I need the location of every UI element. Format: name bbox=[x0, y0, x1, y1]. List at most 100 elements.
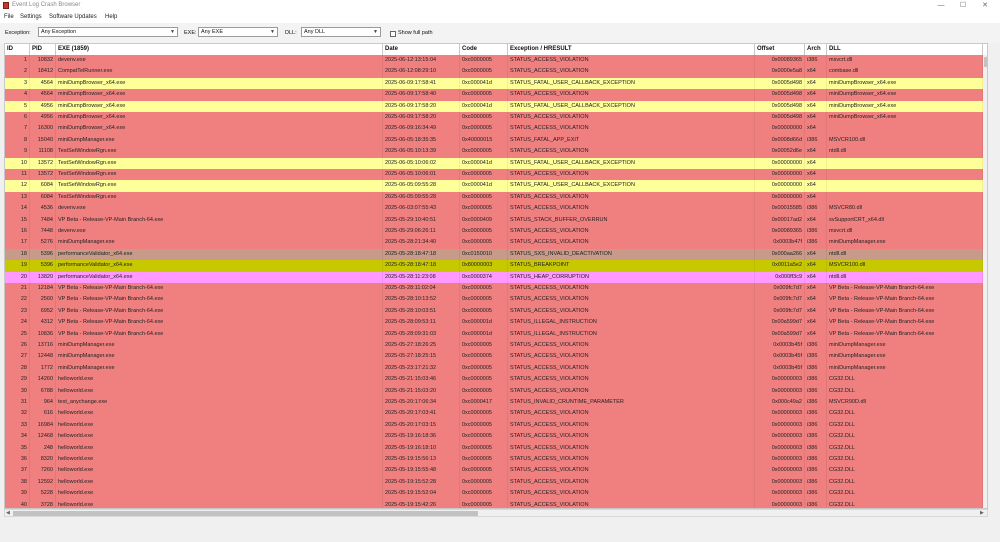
header-col-id[interactable]: ID bbox=[5, 44, 30, 55]
cell-pid: 7448 bbox=[30, 226, 56, 238]
cell-code: 0xc0000005 bbox=[460, 465, 508, 477]
cell-exe: miniDumpBrowser_x64.exe bbox=[56, 123, 383, 135]
table-row[interactable]: 10 13572 TestSetWindowRgn.exe 2025-06-05:10… bbox=[5, 157, 983, 169]
table-row[interactable]: 22 2560 VP Beta - Release-VP-Main Branch-6… bbox=[5, 294, 983, 306]
dll-filter-select[interactable]: Any DLL ▼ bbox=[301, 27, 381, 37]
cell-exe: TestSetWindowRgn.exe bbox=[56, 191, 383, 204]
maximize-icon[interactable]: ☐ bbox=[954, 1, 972, 11]
cell-exe: helloworld.exe bbox=[56, 385, 383, 397]
table-row[interactable]: 9 11108 TestSetWindowRgn.exe 2025-06-05:10:… bbox=[5, 146, 983, 158]
menu-help[interactable]: Help bbox=[105, 14, 117, 20]
table-row[interactable]: 17 5276 miniDumpManager.exe 2025-05-28:21:3… bbox=[5, 237, 983, 249]
table-row[interactable]: 39 5228 helloworld.exe 2025-05-19:15:52:04 0… bbox=[5, 488, 983, 500]
header-col-arch[interactable]: Arch bbox=[805, 44, 827, 55]
header-col-code[interactable]: Code bbox=[460, 44, 508, 55]
exception-filter-select[interactable]: Any Exception ▼ bbox=[38, 27, 178, 37]
table-row[interactable]: 11 13572 TestSetWindowRgn.exe 2025-06-05:10… bbox=[5, 169, 983, 181]
table-row[interactable]: 36 8320 helloworld.exe 2025-05-19:15:56:13 0… bbox=[5, 454, 983, 466]
header-col-exception[interactable]: Exception / HRESULT bbox=[508, 44, 755, 55]
table-row[interactable]: 32 616 helloworld.exe 2025-05-20:17:03:41 0x… bbox=[5, 408, 983, 420]
table-row[interactable]: 35 248 helloworld.exe 2025-05-19:16:18:10 0x… bbox=[5, 442, 983, 454]
table-row[interactable]: 23 6952 VP Beta - Release-VP-Main Branch-6… bbox=[5, 305, 983, 318]
cell-date: 2025-05-29:06:26:11 bbox=[383, 226, 460, 238]
cell-exe: miniDumpBrowser_x64.exe bbox=[56, 77, 383, 90]
table-row[interactable]: 7 16300 miniDumpBrowser_x64.exe 2025-06-09:… bbox=[5, 123, 983, 135]
header-col-date[interactable]: Date bbox=[383, 44, 460, 55]
table-row[interactable]: 30 6788 helloworld.exe 2025-05-21:15:03:20 0… bbox=[5, 385, 983, 397]
exception-filter-value: Any Exception bbox=[41, 29, 77, 35]
cell-offset: 0x00a599d7 bbox=[755, 317, 805, 329]
cell-dll: miniDumpManager.exe bbox=[827, 237, 983, 249]
table-row[interactable]: 3 4564 miniDumpBrowser_x64.exe 2025-06-09:1… bbox=[5, 77, 983, 90]
cell-exception: STATUS_ACCESS_VIOLATION bbox=[508, 294, 755, 306]
table-row[interactable]: 12 6084 TestSetWindowRgn.exe 2025-06-05:09:… bbox=[5, 180, 983, 192]
cell-exe: helloworld.exe bbox=[56, 442, 383, 454]
table-row[interactable]: 4 4564 miniDumpBrowser_x64.exe 2025-06-09:1… bbox=[5, 89, 983, 101]
table-row[interactable]: 1 10832 devenv.exe 2025-06-12:13:15:04 0xc00… bbox=[5, 55, 983, 67]
cell-offset: 0x00000003 bbox=[755, 408, 805, 420]
table-row[interactable]: 18 5396 performanceValidator_x64.exe 2025-0… bbox=[5, 248, 983, 261]
exe-filter-select[interactable]: Any EXE ▼ bbox=[198, 27, 278, 37]
vertical-scroll-thumb[interactable] bbox=[984, 57, 987, 67]
header-col-offset[interactable]: Offset bbox=[755, 44, 805, 55]
cell-id: 6 bbox=[5, 112, 30, 124]
cell-exe: miniDumpBrowser_x64.exe bbox=[56, 112, 383, 124]
cell-exception: STATUS_ACCESS_VIOLATION bbox=[508, 465, 755, 477]
show-full-path-checkbox[interactable] bbox=[390, 31, 396, 37]
menu-settings[interactable]: Settings bbox=[20, 14, 42, 20]
scroll-left-icon[interactable]: ◀ bbox=[6, 510, 10, 517]
menu-file[interactable]: File bbox=[4, 14, 14, 20]
table-row[interactable]: 28 1772 miniDumpManager.exe 2025-05-23:17:2… bbox=[5, 362, 983, 375]
cell-exception: STATUS_FATAL_USER_CALLBACK_EXCEPTION bbox=[508, 77, 755, 90]
horizontal-scroll-thumb[interactable] bbox=[13, 511, 478, 516]
header-col-pid[interactable]: PID bbox=[30, 44, 56, 55]
cell-dll: CG32.DLL bbox=[827, 454, 983, 466]
table-row[interactable]: 6 4956 miniDumpBrowser_x64.exe 2025-06-09:1… bbox=[5, 112, 983, 124]
menu-bar: File Settings Software Updates Help bbox=[0, 12, 1000, 23]
table-row[interactable]: 34 12468 helloworld.exe 2025-05-19:16:18:36… bbox=[5, 431, 983, 443]
close-icon[interactable]: ✕ bbox=[976, 1, 994, 11]
table-row[interactable]: 14 4536 devenv.exe 2025-06-03:07:55:43 0xc00… bbox=[5, 203, 983, 215]
cell-id: 12 bbox=[5, 180, 30, 192]
table-row[interactable]: 38 12592 helloworld.exe 2025-05-19:15:52:28… bbox=[5, 476, 983, 489]
header-col-exe[interactable]: EXE (1859) bbox=[56, 44, 383, 55]
cell-pid: 10836 bbox=[30, 328, 56, 340]
table-row[interactable]: 33 16984 helloworld.exe 2025-05-20:17:03:15… bbox=[5, 419, 983, 432]
table-row[interactable]: 31 964 test_anychange.exe 2025-05-20:17:06:… bbox=[5, 397, 983, 409]
menu-software-updates[interactable]: Software Updates bbox=[49, 14, 97, 20]
cell-id: 24 bbox=[5, 317, 30, 329]
table-row[interactable]: 8 15040 miniDumpManager.exe 2025-06-05:18:3… bbox=[5, 134, 983, 147]
table-row[interactable]: 20 13820 performanceValidator_x64.exe 2025-… bbox=[5, 271, 983, 283]
table-row[interactable]: 5 4956 miniDumpBrowser_x64.exe 2025-06-09:1… bbox=[5, 100, 983, 112]
cell-pid: 13820 bbox=[30, 271, 56, 283]
header-col-dll[interactable]: DLL bbox=[827, 44, 983, 55]
table-row[interactable]: 25 10836 VP Beta - Release-VP-Main Branch-… bbox=[5, 328, 983, 340]
table-row[interactable]: 19 5396 performanceValidator_x64.exe 2025-0… bbox=[5, 260, 983, 272]
table-row[interactable]: 21 12184 VP Beta - Release-VP-Main Branch-… bbox=[5, 283, 983, 295]
cell-exe: devenv.exe bbox=[56, 226, 383, 238]
table-row[interactable]: 37 7260 helloworld.exe 2025-05-19:15:55:48 0… bbox=[5, 465, 983, 477]
cell-offset: 0x00000003 bbox=[755, 488, 805, 500]
cell-exe: test_anychange.exe bbox=[56, 397, 383, 409]
table-row[interactable]: 2 18412 CompatTelRunner.exe 2025-06-12:08:2… bbox=[5, 66, 983, 78]
minimize-icon[interactable]: — bbox=[932, 1, 950, 11]
table-row[interactable]: 24 4312 VP Beta - Release-VP-Main Branch-6… bbox=[5, 317, 983, 329]
cell-exe: helloworld.exe bbox=[56, 431, 383, 443]
cell-pid: 13716 bbox=[30, 340, 56, 352]
cell-pid: 12448 bbox=[30, 351, 56, 363]
table-row[interactable]: 16 7448 devenv.exe 2025-05-29:06:26:11 0xc00… bbox=[5, 226, 983, 238]
horizontal-scrollbar[interactable]: ◀ ▶ bbox=[4, 509, 988, 517]
table-row[interactable]: 27 12448 miniDumpManager.exe 2025-05-27:18:… bbox=[5, 351, 983, 363]
table-row[interactable]: 15 7484 VP Beta - Release-VP-Main Branch-6… bbox=[5, 214, 983, 226]
cell-arch: x64 bbox=[805, 123, 827, 135]
cell-arch: i386 bbox=[805, 385, 827, 397]
cell-code: 0xc0000005 bbox=[460, 55, 508, 67]
table-row[interactable]: 29 14260 helloworld.exe 2025-05-21:15:03:46… bbox=[5, 374, 983, 386]
cell-id: 18 bbox=[5, 248, 30, 261]
scroll-right-icon[interactable]: ▶ bbox=[980, 510, 984, 517]
cell-id: 36 bbox=[5, 454, 30, 466]
vertical-scrollbar[interactable] bbox=[983, 55, 987, 508]
table-row[interactable]: 26 13716 miniDumpManager.exe 2025-05-27:18:… bbox=[5, 340, 983, 352]
table-row[interactable]: 40 3728 helloworld.exe 2025-05-19:15:42:26 0… bbox=[5, 499, 983, 508]
table-row[interactable]: 13 6084 TestSetWindowRgn.exe 2025-06-05:09:… bbox=[5, 191, 983, 204]
